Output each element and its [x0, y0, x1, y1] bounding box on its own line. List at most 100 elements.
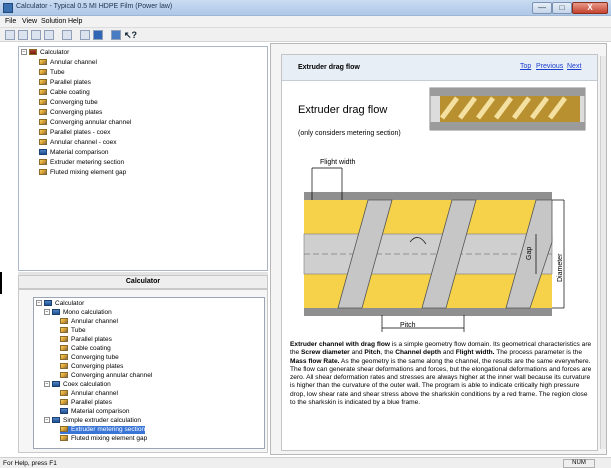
tree-item[interactable]: Annular channel	[39, 59, 97, 67]
geometry-icon	[39, 109, 47, 116]
calc-tree-item[interactable]: Converging tube	[60, 354, 119, 362]
save-icon[interactable]	[31, 30, 41, 40]
geometry-icon	[39, 79, 47, 86]
help-header: Extruder drag flow Top Previous Next	[282, 55, 597, 81]
description-term: Channel depth	[395, 349, 442, 357]
gap-label: Gap	[526, 246, 533, 260]
geometry-icon	[60, 426, 68, 433]
geometry-icon	[39, 139, 47, 146]
geometry-icon	[39, 159, 47, 166]
description-term: Mass flow Rate.	[290, 357, 340, 365]
menu-view[interactable]: View	[22, 18, 37, 25]
left-edge-marker	[0, 272, 2, 294]
previous-link[interactable]: Previous	[536, 63, 563, 70]
description-term: Pitch	[364, 349, 381, 357]
flight-width-label: Flight width	[320, 159, 356, 166]
group-icon	[52, 417, 60, 424]
calc-tree-item[interactable]: Annular channel	[60, 390, 118, 398]
tree-item[interactable]: Annular channel - coex	[39, 139, 117, 147]
maximize-button[interactable]: □	[552, 2, 572, 14]
open-icon[interactable]	[18, 30, 28, 40]
barrel-cross-section	[303, 192, 553, 316]
app-icon	[3, 3, 13, 13]
close-button[interactable]: X	[572, 2, 608, 14]
collapse-icon[interactable]: −	[36, 300, 42, 307]
collapse-icon[interactable]: −	[44, 381, 50, 388]
geometry-icon	[60, 336, 68, 343]
calc-tree-item[interactable]: Parallel plates	[60, 336, 112, 344]
menu-file[interactable]: File	[5, 18, 16, 25]
calc-tree-item[interactable]: Annular channel	[60, 318, 118, 326]
tree-item[interactable]: Material comparison	[39, 149, 109, 157]
geometry-icon	[39, 119, 47, 126]
description-term: Flight width.	[455, 349, 495, 357]
tree-item[interactable]: Cable coating	[39, 89, 90, 97]
help-document: Extruder drag flow Top Previous Next Ext…	[281, 54, 598, 451]
tree-item[interactable]: Parallel plates	[39, 79, 91, 87]
geometry-icon	[60, 435, 68, 442]
calc-tree-group[interactable]: − Coex calculation	[44, 381, 111, 389]
geometry-icon	[60, 390, 68, 397]
calc-tree-item[interactable]: Tube	[60, 327, 86, 335]
calc-tree-group[interactable]: − Simple extruder calculation	[44, 417, 141, 425]
calc-tree-item-selected[interactable]: Extruder metering section	[60, 426, 146, 434]
tree-root[interactable]: − Calculator	[21, 49, 69, 57]
chart-icon[interactable]	[93, 30, 103, 40]
calculator-icon	[44, 300, 52, 307]
calc-tree-item[interactable]: Parallel plates	[60, 399, 112, 407]
comparison-icon	[39, 149, 47, 156]
help-cursor-icon[interactable]: ↖?	[124, 30, 137, 40]
geometry-icon	[39, 99, 47, 106]
window-title: Calculator - Typical 0.5 MI HDPE Film (P…	[16, 3, 173, 10]
tree-item[interactable]: Fluted mixing element gap	[39, 169, 126, 177]
description-segment: The process parameter is the	[494, 349, 582, 357]
geometry-icon	[60, 399, 68, 406]
calculator-tree[interactable]: − Calculator − Mono calculation Annular ch…	[33, 297, 265, 449]
help-pane: Extruder drag flow Top Previous Next Ext…	[270, 43, 607, 455]
next-link[interactable]: Next	[567, 63, 581, 70]
geometry-icon	[39, 169, 47, 176]
geometry-icon	[60, 354, 68, 361]
num-lock-indicator: NUM	[563, 459, 595, 468]
calc-tree-item[interactable]: Converging annular channel	[60, 372, 152, 380]
calc-tree-root[interactable]: − Calculator	[36, 300, 84, 308]
table-icon[interactable]	[80, 30, 90, 40]
collapse-icon[interactable]: −	[44, 417, 50, 424]
tools-icon[interactable]	[62, 30, 72, 40]
solution-tree[interactable]: − Calculator Annular channel Tube Paralle…	[18, 46, 268, 271]
calc-tree-item[interactable]: Converging plates	[60, 363, 123, 371]
screw-diagram	[303, 87, 586, 332]
grid-icon[interactable]	[111, 30, 121, 40]
calc-tree-item[interactable]: Material comparison	[60, 408, 130, 416]
description-segment: and	[441, 349, 456, 357]
group-icon	[52, 381, 60, 388]
calculator-panel-header: Calculator	[18, 275, 268, 289]
collapse-icon[interactable]: −	[44, 309, 50, 316]
tree-item[interactable]: Converging plates	[39, 109, 102, 117]
tree-item[interactable]: Parallel plates - coex	[39, 129, 110, 137]
pitch-label: Pitch	[400, 322, 416, 329]
minimize-button[interactable]: —	[532, 2, 552, 14]
tree-item[interactable]: Tube	[39, 69, 65, 77]
new-icon[interactable]	[5, 30, 15, 40]
comparison-icon	[60, 408, 68, 415]
tree-item[interactable]: Converging tube	[39, 99, 98, 107]
toolbar: ↖?	[0, 28, 611, 42]
calc-tree-item[interactable]: Fluted mixing element gap	[60, 435, 147, 443]
vertical-scrollbar[interactable]	[600, 56, 606, 449]
calc-tree-item[interactable]: Cable coating	[60, 345, 111, 353]
top-link[interactable]: Top	[520, 63, 531, 70]
title-bar[interactable]: Calculator - Typical 0.5 MI HDPE Film (P…	[0, 0, 611, 16]
tree-item[interactable]: Extruder metering section	[39, 159, 124, 167]
geometry-icon	[39, 59, 47, 66]
tree-item[interactable]: Converging annular channel	[39, 119, 131, 127]
menu-solution[interactable]: Solution	[41, 18, 66, 25]
calc-tree-group[interactable]: − Mono calculation	[44, 309, 112, 317]
description-segment: , the	[380, 349, 396, 357]
save-all-icon[interactable]	[44, 30, 54, 40]
geometry-icon	[39, 129, 47, 136]
menu-bar: File View Solution Help	[0, 16, 611, 28]
diameter-label: Diameter	[557, 253, 564, 282]
menu-help[interactable]: Help	[68, 18, 82, 25]
collapse-icon[interactable]: −	[21, 49, 27, 56]
